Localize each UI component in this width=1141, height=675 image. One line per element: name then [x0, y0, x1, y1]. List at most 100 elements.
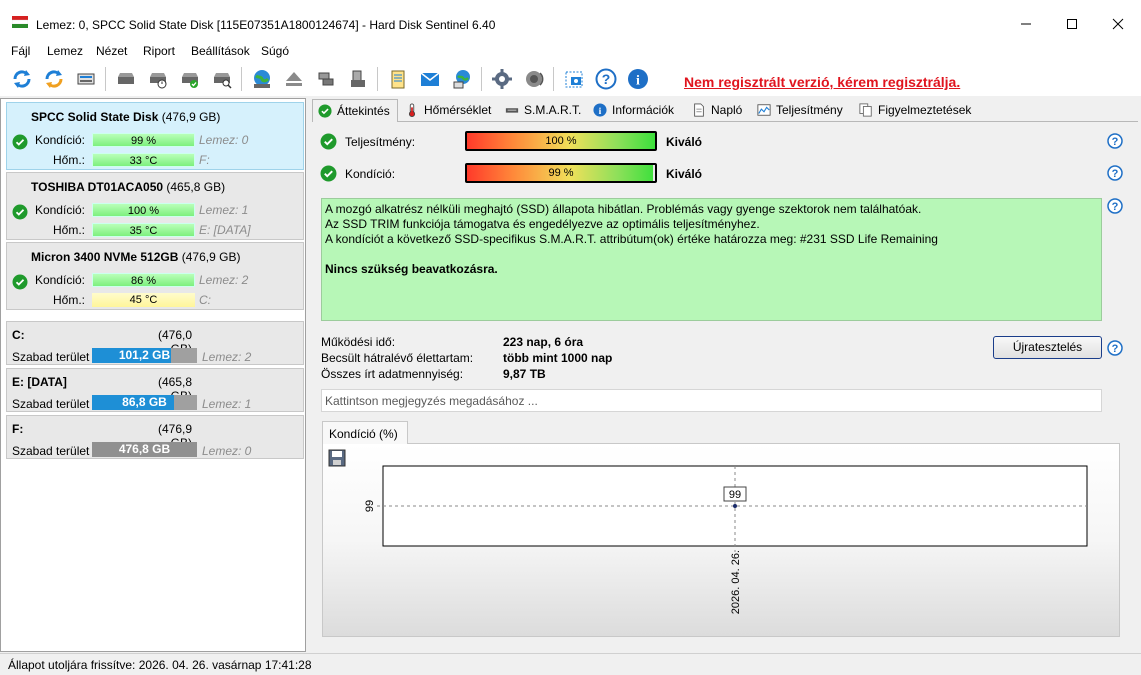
- log-page-icon: [694, 103, 704, 117]
- disk-search-button[interactable]: [209, 66, 235, 92]
- info-icon: i: [628, 69, 648, 89]
- menu-file[interactable]: Fájl: [11, 44, 30, 58]
- help-icon[interactable]: ?: [1107, 340, 1123, 356]
- condition-status: Kiváló: [666, 167, 703, 181]
- camera-icon: [565, 71, 583, 88]
- refresh-all-icon: [45, 70, 63, 88]
- message-line: A mozgó alkatrész nélküli meghajtó (SSD)…: [325, 202, 922, 216]
- temperature-label: Hőm.:: [52, 153, 85, 167]
- menu-help[interactable]: Súgó: [261, 44, 289, 58]
- tab-information[interactable]: i Információk: [592, 99, 675, 121]
- disk-drive-icon: [77, 73, 95, 85]
- disk-surface-button[interactable]: [113, 66, 139, 92]
- disk-schedule-button[interactable]: [145, 66, 171, 92]
- help-icon[interactable]: ?: [1107, 133, 1123, 149]
- svg-text:?: ?: [1112, 343, 1119, 355]
- uptime-label: Működési idő:: [321, 335, 396, 349]
- condition-bar: 86 %: [92, 273, 195, 287]
- free-space-bar: 101,2 GB: [92, 348, 197, 363]
- tab-log[interactable]: Napló: [691, 99, 743, 121]
- lifetime-value: több mint 1000 nap: [503, 351, 613, 365]
- disk-volumes: C:: [199, 293, 211, 307]
- chart-tab-condition[interactable]: Kondíció (%): [322, 421, 408, 444]
- usb-button[interactable]: [345, 66, 371, 92]
- maximize-button[interactable]: [1049, 8, 1095, 40]
- notes-input[interactable]: Kattintson megjegyzés megadásához ...: [321, 389, 1102, 412]
- smart-drive-icon: [505, 108, 519, 113]
- partition-name: C:: [12, 328, 25, 342]
- partition-item-f[interactable]: F: (476,9 GB) Szabad terület 476,8 GB Le…: [6, 415, 304, 459]
- send-report-button[interactable]: [449, 66, 475, 92]
- disk-item-spcc[interactable]: SPCC Solid State Disk (476,9 GB) Kondíci…: [6, 102, 304, 170]
- performance-value: 100 %: [545, 135, 577, 147]
- tab-label: Hőmérséklet: [424, 103, 492, 117]
- tab-label: Információk: [612, 103, 675, 117]
- email-report-button[interactable]: [417, 66, 443, 92]
- tab-smart[interactable]: S.M.A.R.T.: [504, 99, 582, 121]
- help-icon[interactable]: ?: [1107, 198, 1123, 214]
- svg-text:?: ?: [602, 71, 611, 87]
- performance-label: Teljesítmény:: [345, 135, 416, 149]
- partition-name: E: [DATA]: [12, 375, 67, 389]
- status-bar: Állapot utoljára frissítve: 2026. 04. 26…: [0, 653, 1141, 675]
- refresh-button[interactable]: [9, 66, 35, 92]
- disk-check-button[interactable]: [177, 66, 203, 92]
- condition-label: Kondíció:: [34, 133, 85, 147]
- disk-info-button[interactable]: [73, 66, 99, 92]
- tab-overview[interactable]: Áttekintés: [312, 99, 398, 122]
- report-button[interactable]: [385, 66, 411, 92]
- register-link[interactable]: Nem regisztrált verzió, kérem regisztrál…: [684, 74, 960, 90]
- tab-performance[interactable]: Teljesítmény: [756, 99, 844, 121]
- hdd-icon: [118, 73, 134, 84]
- free-space-value: 476,8 GB: [118, 442, 171, 456]
- disk-item-micron[interactable]: Micron 3400 NVMe 512GB (476,9 GB) Kondíc…: [6, 242, 304, 310]
- menu-view[interactable]: Nézet: [96, 44, 127, 58]
- report-icon: [391, 70, 405, 89]
- tab-alerts[interactable]: Figyelmeztetések: [858, 99, 972, 121]
- retest-button[interactable]: Újratesztelés: [993, 336, 1102, 359]
- help-icon[interactable]: ?: [1107, 165, 1123, 181]
- hdd-search-icon: [214, 73, 232, 89]
- message-recommendation: Nincs szükség beavatkozásra.: [325, 262, 498, 276]
- temperature-bar: 45 °C: [92, 293, 195, 307]
- menu-report[interactable]: Riport: [143, 44, 175, 58]
- preferences-button[interactable]: [489, 66, 515, 92]
- partition-item-c[interactable]: C: (476,0 GB) Szabad terület 101,2 GB Le…: [6, 321, 304, 365]
- svg-text:i: i: [599, 106, 602, 117]
- uptime-value: 223 nap, 6 óra: [503, 335, 584, 349]
- condition-bar: 99 %: [465, 163, 657, 183]
- performance-bar: 100 %: [465, 131, 657, 151]
- network-button[interactable]: [249, 66, 275, 92]
- screenshot-button[interactable]: [561, 66, 587, 92]
- chart-y-tick-label: 99: [364, 500, 376, 512]
- menu-settings[interactable]: Beállítások: [191, 44, 250, 58]
- condition-bar-unfilled: [653, 165, 655, 181]
- partition-item-e[interactable]: E: [DATA] (465,8 GB) Szabad terület 86,8…: [6, 368, 304, 412]
- message-line: A kondíciót a következő SSD-specifikus S…: [325, 232, 938, 246]
- disk-name: Micron 3400 NVMe 512GB (476,9 GB): [31, 250, 241, 264]
- sound-button[interactable]: [521, 66, 547, 92]
- toolbar-separator: [105, 67, 106, 91]
- chart-x-tick-label: 2026. 04. 26.: [730, 550, 742, 614]
- partition-disk: Lemez: 1: [202, 397, 252, 411]
- ok-check-icon: [320, 133, 337, 150]
- menu-disk[interactable]: Lemez: [47, 44, 83, 58]
- disk-tools-button[interactable]: [313, 66, 339, 92]
- minimize-icon: [1021, 23, 1031, 25]
- ok-check-icon: [320, 165, 337, 182]
- eject-button[interactable]: [281, 66, 307, 92]
- minimize-button[interactable]: [1003, 8, 1049, 40]
- tab-temperature[interactable]: Hőmérséklet: [404, 99, 492, 121]
- disk-item-toshiba[interactable]: TOSHIBA DT01ACA050 (465,8 GB) Kondíció: …: [6, 172, 304, 240]
- written-label: Összes írt adatmennyiség:: [321, 367, 464, 381]
- performance-chart-icon: [757, 104, 771, 116]
- close-icon: [1112, 18, 1124, 30]
- eject-icon: [286, 72, 302, 86]
- about-button[interactable]: i: [625, 66, 651, 92]
- svg-text:?: ?: [1112, 136, 1119, 148]
- disk-name: TOSHIBA DT01ACA050 (465,8 GB): [31, 180, 226, 194]
- close-button[interactable]: [1095, 8, 1141, 40]
- globe-icon: [254, 70, 270, 88]
- refresh-all-button[interactable]: [41, 66, 67, 92]
- help-button[interactable]: ?: [593, 66, 619, 92]
